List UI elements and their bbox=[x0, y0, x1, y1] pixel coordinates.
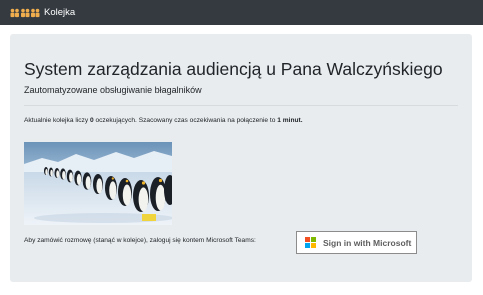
people-group-icon bbox=[10, 8, 40, 18]
jumbotron: System zarządzania audiencją u Pana Walc… bbox=[10, 34, 472, 282]
queue-status: Aktualnie kolejka liczy 0 oczekujących. … bbox=[24, 117, 303, 124]
queue-wait-time: 1 minut. bbox=[277, 117, 303, 124]
login-instruction: Aby zamówić rozmowę (stanąć w kolejce), … bbox=[24, 237, 256, 244]
penguins-photo bbox=[24, 142, 172, 225]
navbar: Kolejka bbox=[0, 0, 483, 25]
sign-in-microsoft-button[interactable]: Sign in with Microsoft bbox=[296, 231, 417, 254]
navbar-brand[interactable]: Kolejka bbox=[10, 7, 75, 18]
microsoft-logo-icon bbox=[305, 237, 316, 248]
sign-in-label: Sign in with Microsoft bbox=[323, 237, 412, 248]
queue-middle: oczekujących. Szacowany czas oczekiwania… bbox=[93, 117, 278, 124]
brand-label: Kolejka bbox=[44, 7, 76, 18]
page-subtitle: Zautomatyzowane obsługiwanie błagalników bbox=[24, 85, 202, 95]
page-title: System zarządzania audiencją u Pana Walc… bbox=[24, 59, 443, 79]
divider bbox=[24, 105, 458, 106]
queue-prefix: Aktualnie kolejka liczy bbox=[24, 117, 90, 124]
